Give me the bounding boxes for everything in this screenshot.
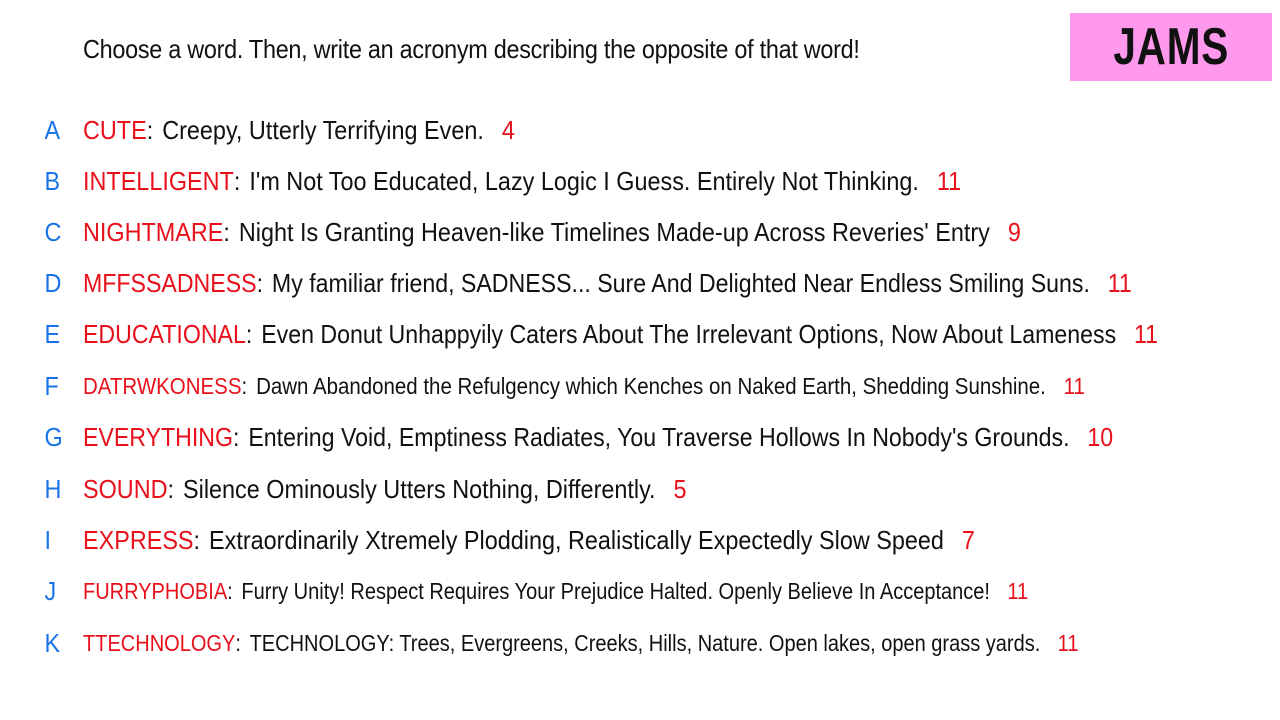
entry-letter-count: 10 xyxy=(1087,421,1114,452)
entry-letter-count: 11 xyxy=(1107,267,1132,298)
entry-letter: D xyxy=(44,267,62,298)
entry-acronym: TECHNOLOGY: Trees, Evergreens, Creeks, H… xyxy=(249,629,1041,656)
entry-letter: F xyxy=(44,370,59,401)
entry-word: DATRWKONESS xyxy=(83,372,242,399)
entry-letter-count: 5 xyxy=(673,473,687,504)
entry-word: MFFSSADNESS xyxy=(83,267,257,298)
entry-acronym: Night Is Granting Heaven-like Timelines … xyxy=(238,216,990,247)
entry-letter: G xyxy=(44,421,63,452)
entry-acronym: Extraordinarily Xtremely Plodding, Reali… xyxy=(209,524,944,555)
entry-acronym: Furry Unity! Respect Requires Your Preju… xyxy=(241,577,990,604)
entry-letter: H xyxy=(44,473,62,504)
entry-letter-count: 4 xyxy=(501,114,515,145)
entry-word: CUTE xyxy=(83,114,147,145)
entry-letter-count: 11 xyxy=(1007,577,1029,604)
entry-letter: A xyxy=(44,114,61,145)
entry-colon: : xyxy=(245,318,253,349)
entry-colon: : xyxy=(241,372,248,399)
entry-letter-count: 7 xyxy=(961,524,975,555)
entry-colon: : xyxy=(256,267,264,298)
entry-letter-count: 11 xyxy=(1063,372,1085,399)
entry-letter: B xyxy=(44,165,61,196)
entry-colon: : xyxy=(235,629,241,656)
entry-word: EXPRESS xyxy=(83,524,194,555)
entry-colon: : xyxy=(227,577,233,604)
entry-colon: : xyxy=(223,216,230,247)
entry-colon: : xyxy=(233,165,241,196)
entry-letter-count: 11 xyxy=(1133,318,1158,349)
entry-content: MFFSSADNESS: My familiar friend, SADNESS.… xyxy=(83,268,1132,299)
entry-content: FURRYPHOBIA: Furry Unity! Respect Require… xyxy=(83,578,1028,605)
entry-word: SOUND xyxy=(83,473,168,504)
entry-content: INTELLIGENT: I'm Not Too Educated, Lazy L… xyxy=(83,166,961,197)
entry-content: CUTE: Creepy, Utterly Terrifying Even. 4 xyxy=(83,115,515,146)
entry-word: TTECHNOLOGY xyxy=(83,629,236,656)
entry-word: INTELLIGENT xyxy=(83,165,234,196)
entry-acronym: Even Donut Unhappyily Caters About The I… xyxy=(261,318,1117,349)
entry-colon: : xyxy=(167,473,175,504)
jams-badge: JAMS xyxy=(1070,13,1272,81)
entry-content: DATRWKONESS: Dawn Abandoned the Refulgenc… xyxy=(83,373,1085,400)
entry-letter: C xyxy=(44,216,62,247)
entry-letter: J xyxy=(44,575,57,606)
entry-content: NIGHTMARE: Night Is Granting Heaven-like … xyxy=(83,217,1021,248)
entry-letter: I xyxy=(44,524,52,555)
prompt-text: Choose a word. Then, write an acronym de… xyxy=(83,34,860,64)
entry-acronym: Creepy, Utterly Terrifying Even. xyxy=(162,114,484,145)
entry-letter-count: 11 xyxy=(1057,629,1079,656)
entry-letter-count: 9 xyxy=(1007,216,1021,247)
badge-label: JAMS xyxy=(1113,18,1229,76)
entry-letter: K xyxy=(44,627,61,658)
entry-word: EVERYTHING xyxy=(83,421,234,452)
entry-letter-count: 11 xyxy=(936,165,962,196)
entry-colon: : xyxy=(146,114,154,145)
entry-acronym: Entering Void, Emptiness Radiates, You T… xyxy=(248,421,1070,452)
entry-acronym: Dawn Abandoned the Refulgency which Kenc… xyxy=(256,372,1046,399)
entry-acronym: I'm Not Too Educated, Lazy Logic I Guess… xyxy=(249,165,919,196)
entry-colon: : xyxy=(193,524,201,555)
entry-content: SOUND: Silence Ominously Utters Nothing, … xyxy=(83,474,687,505)
entry-colon: : xyxy=(233,421,240,452)
entry-content: EDUCATIONAL: Even Donut Unhappyily Caters… xyxy=(83,319,1158,350)
entry-content: TTECHNOLOGY: TECHNOLOGY: Trees, Evergreen… xyxy=(83,630,1078,657)
entry-word: NIGHTMARE xyxy=(83,216,224,247)
entry-word: FURRYPHOBIA xyxy=(83,577,228,604)
entry-content: EXPRESS: Extraordinarily Xtremely Ploddin… xyxy=(83,525,975,556)
entry-content: EVERYTHING: Entering Void, Emptiness Radi… xyxy=(83,422,1113,453)
entry-acronym: Silence Ominously Utters Nothing, Differ… xyxy=(183,473,656,504)
entry-letter: E xyxy=(44,318,61,349)
entry-acronym: My familiar friend, SADNESS... Sure And … xyxy=(271,267,1090,298)
entry-word: EDUCATIONAL xyxy=(83,318,246,349)
